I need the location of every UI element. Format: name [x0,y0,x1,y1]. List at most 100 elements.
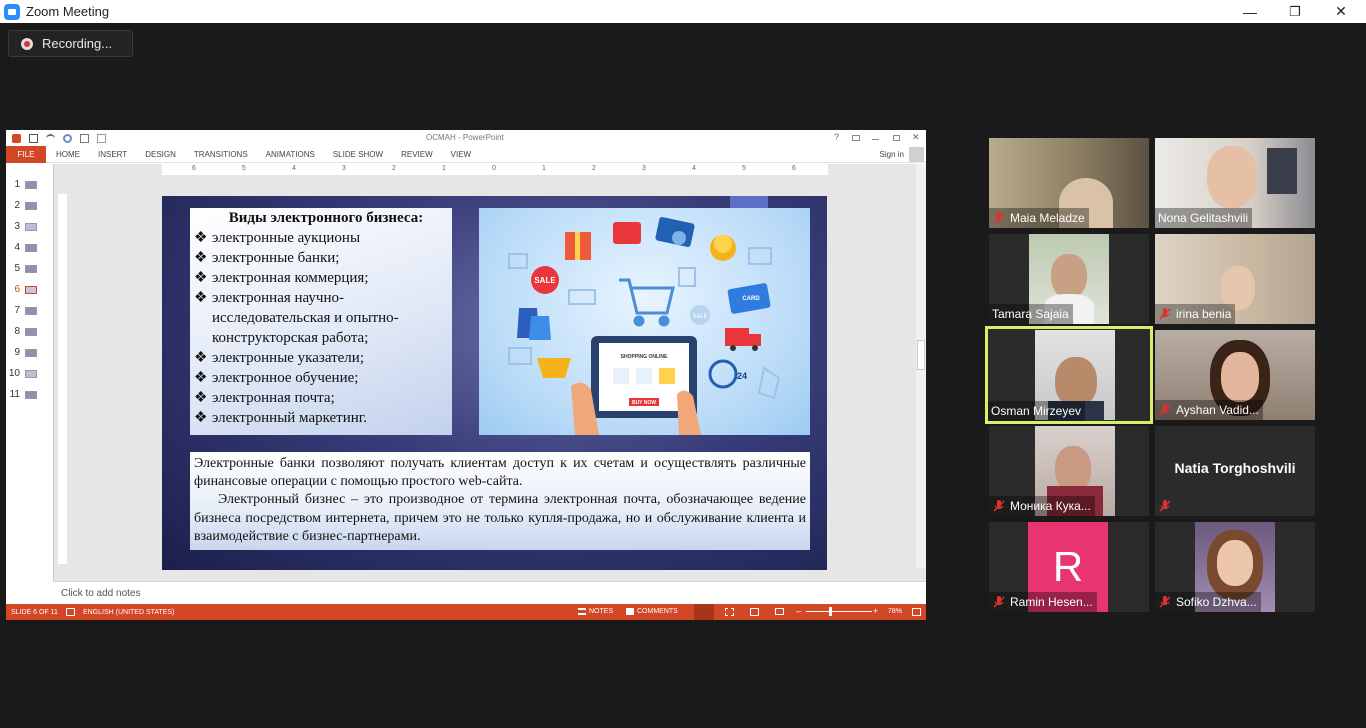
participant-tile[interactable]: irina benia [1155,234,1315,324]
ppt-restore-icon[interactable] [893,135,900,141]
zoom-slider[interactable] [806,611,872,612]
participant-tile-video-off[interactable]: Natia Torghoshvili [1155,426,1315,516]
comments-toggle[interactable]: COMMENTS [637,608,678,615]
tab-animations[interactable]: ANIMATIONS [257,150,324,159]
current-slide: Виды электронного бизнеса: ❖ электронные … [162,196,827,570]
slide-thumbnail-active[interactable]: 6 [6,279,53,300]
participant-tile[interactable]: Ayshan Vadid... [1155,330,1315,420]
slide-thumbnail[interactable]: 8 [6,321,53,342]
tab-design[interactable]: DESIGN [136,150,185,159]
comments-icon [626,608,634,615]
list-item: исследовательская и опытно- [212,310,399,326]
zoom-level[interactable]: 78% [888,608,902,615]
ppt-minimize-icon[interactable] [872,139,879,140]
participant-tile[interactable]: Tamara Sajaia [989,234,1149,324]
close-button[interactable]: ✕ [1318,0,1364,23]
wallet-icon [613,222,641,244]
user-avatar-icon [909,147,924,162]
zoom-title-bar: Zoom Meeting — ❐ ✕ [0,0,1366,23]
shopping-illustration-svg: SALE CARD 24 SALE SHOPPING ONLINE BUY NO… [508,217,781,435]
tab-review[interactable]: REVIEW [392,150,442,159]
reading-view-icon[interactable] [750,608,759,616]
tab-insert[interactable]: INSERT [89,150,136,159]
slide-thumbnail[interactable]: 4 [6,237,53,258]
record-icon [21,37,33,50]
slide-thumbnail[interactable]: 1 [6,174,53,195]
slide-sorter-icon[interactable] [725,608,734,616]
muted-mic-icon [992,211,1006,225]
list-item: ❖ электронные банки; [194,250,340,266]
participant-video [1217,540,1253,586]
normal-view-icon[interactable] [694,604,714,620]
language-indicator: ENGLISH (UNITED STATES) [82,608,175,616]
restore-button[interactable]: ❐ [1272,0,1318,23]
layout-icon[interactable] [97,133,106,143]
tab-transitions[interactable]: TRANSITIONS [185,150,257,159]
participant-tile-active-speaker[interactable]: Osman Mirzeyev [985,326,1153,424]
window-title: Zoom Meeting [26,4,110,19]
slideshow-icon[interactable] [80,133,89,143]
list-item: ❖ электронные аукционы [194,230,361,246]
participant-name: Моника Кука... [1010,499,1091,513]
ppt-close-icon[interactable]: ✕ [912,132,920,143]
ppt-ribbon-display-icon[interactable] [852,135,860,141]
ppt-status-bar: SLIDE 6 OF 11 ENGLISH (UNITED STATES) NO… [6,604,926,620]
editor-scrollbar[interactable] [916,164,926,568]
slide-thumbnail[interactable]: 3 [6,216,53,237]
participant-tile[interactable]: Sofiko Dzhva... [1155,522,1315,612]
participant-tile[interactable]: Nona Gelitashvili [1155,138,1315,228]
sign-in-link[interactable]: Sign in [880,150,904,159]
slide-thumbnail[interactable]: 10 [6,363,53,384]
list-item: конструкторская работа; [212,330,369,346]
redo-icon[interactable] [63,133,72,143]
powerpoint-logo-icon [12,133,21,143]
participant-tile[interactable]: R Ramin Hesen... [989,522,1149,612]
slide-thumbnail[interactable]: 7 [6,300,53,321]
fit-to-window-icon[interactable] [912,608,921,616]
business-types-list: Виды электронного бизнеса: ❖ электронные … [190,208,452,435]
list-heading: Виды электронного бизнеса: [228,210,424,226]
paragraph-banks: Электронные банки позволяют получать кли… [194,456,806,490]
recording-indicator[interactable]: Recording... [8,30,133,57]
participant-name: Nona Gelitashvili [1158,211,1249,225]
tab-file[interactable]: FILE [6,145,46,163]
sale-label: SALE [534,276,556,285]
zoom-in-icon[interactable]: + [873,606,878,616]
sale-label-faded: SALE [692,314,707,320]
notes-toggle[interactable]: NOTES [589,608,613,615]
minimize-button[interactable]: — [1227,0,1273,23]
list-item: ❖ электронные указатели; [194,350,364,366]
participant-tile[interactable]: Maia Meladze [989,138,1149,228]
slide-thumbnail-pane: 1 2 3 4 5 6 7 8 9 10 11 [6,174,53,604]
tab-view[interactable]: VIEW [442,150,480,159]
participant-video [1221,352,1259,402]
slide-thumbnail[interactable]: 11 [6,384,53,405]
undo-icon[interactable] [46,133,55,143]
participant-name: Ramin Hesen... [1010,595,1093,609]
slide-thumbnail[interactable]: 5 [6,258,53,279]
slide-thumbnail[interactable]: 9 [6,342,53,363]
slide-counter: SLIDE 6 OF 11 [11,608,58,616]
notes-pane[interactable]: Click to add notes [53,581,926,604]
shopping-online-illustration: SALE CARD 24 SALE SHOPPING ONLINE BUY NO… [479,208,810,435]
muted-mic-icon [992,499,1006,513]
ppt-help-icon[interactable]: ? [834,132,839,142]
notes-placeholder: Click to add notes [61,588,141,599]
slide-editor[interactable]: 6 5 4 3 2 1 0 1 2 3 4 5 6 Виды электронн… [53,164,926,604]
list-item: ❖ электронная почта; [194,390,335,406]
ribbon-tabs: FILE HOME INSERT DESIGN TRANSITIONS ANIM… [6,145,926,163]
muted-mic-icon [1158,307,1172,321]
tab-slide-show[interactable]: SLIDE SHOW [324,150,392,159]
muted-mic-icon [1158,499,1172,513]
participant-tile[interactable]: Моника Кука... [989,426,1149,516]
zoom-slider-handle[interactable] [829,607,832,616]
save-icon[interactable] [29,133,38,143]
zoom-out-icon[interactable]: – [796,606,801,616]
slideshow-view-icon[interactable] [775,608,784,615]
participant-name: irina benia [1176,307,1232,321]
tab-home[interactable]: HOME [46,150,89,159]
shopping-cart-icon [619,278,675,327]
muted-mic-icon [1158,403,1172,417]
slide-thumbnail[interactable]: 2 [6,195,53,216]
spellcheck-icon[interactable] [65,608,75,616]
